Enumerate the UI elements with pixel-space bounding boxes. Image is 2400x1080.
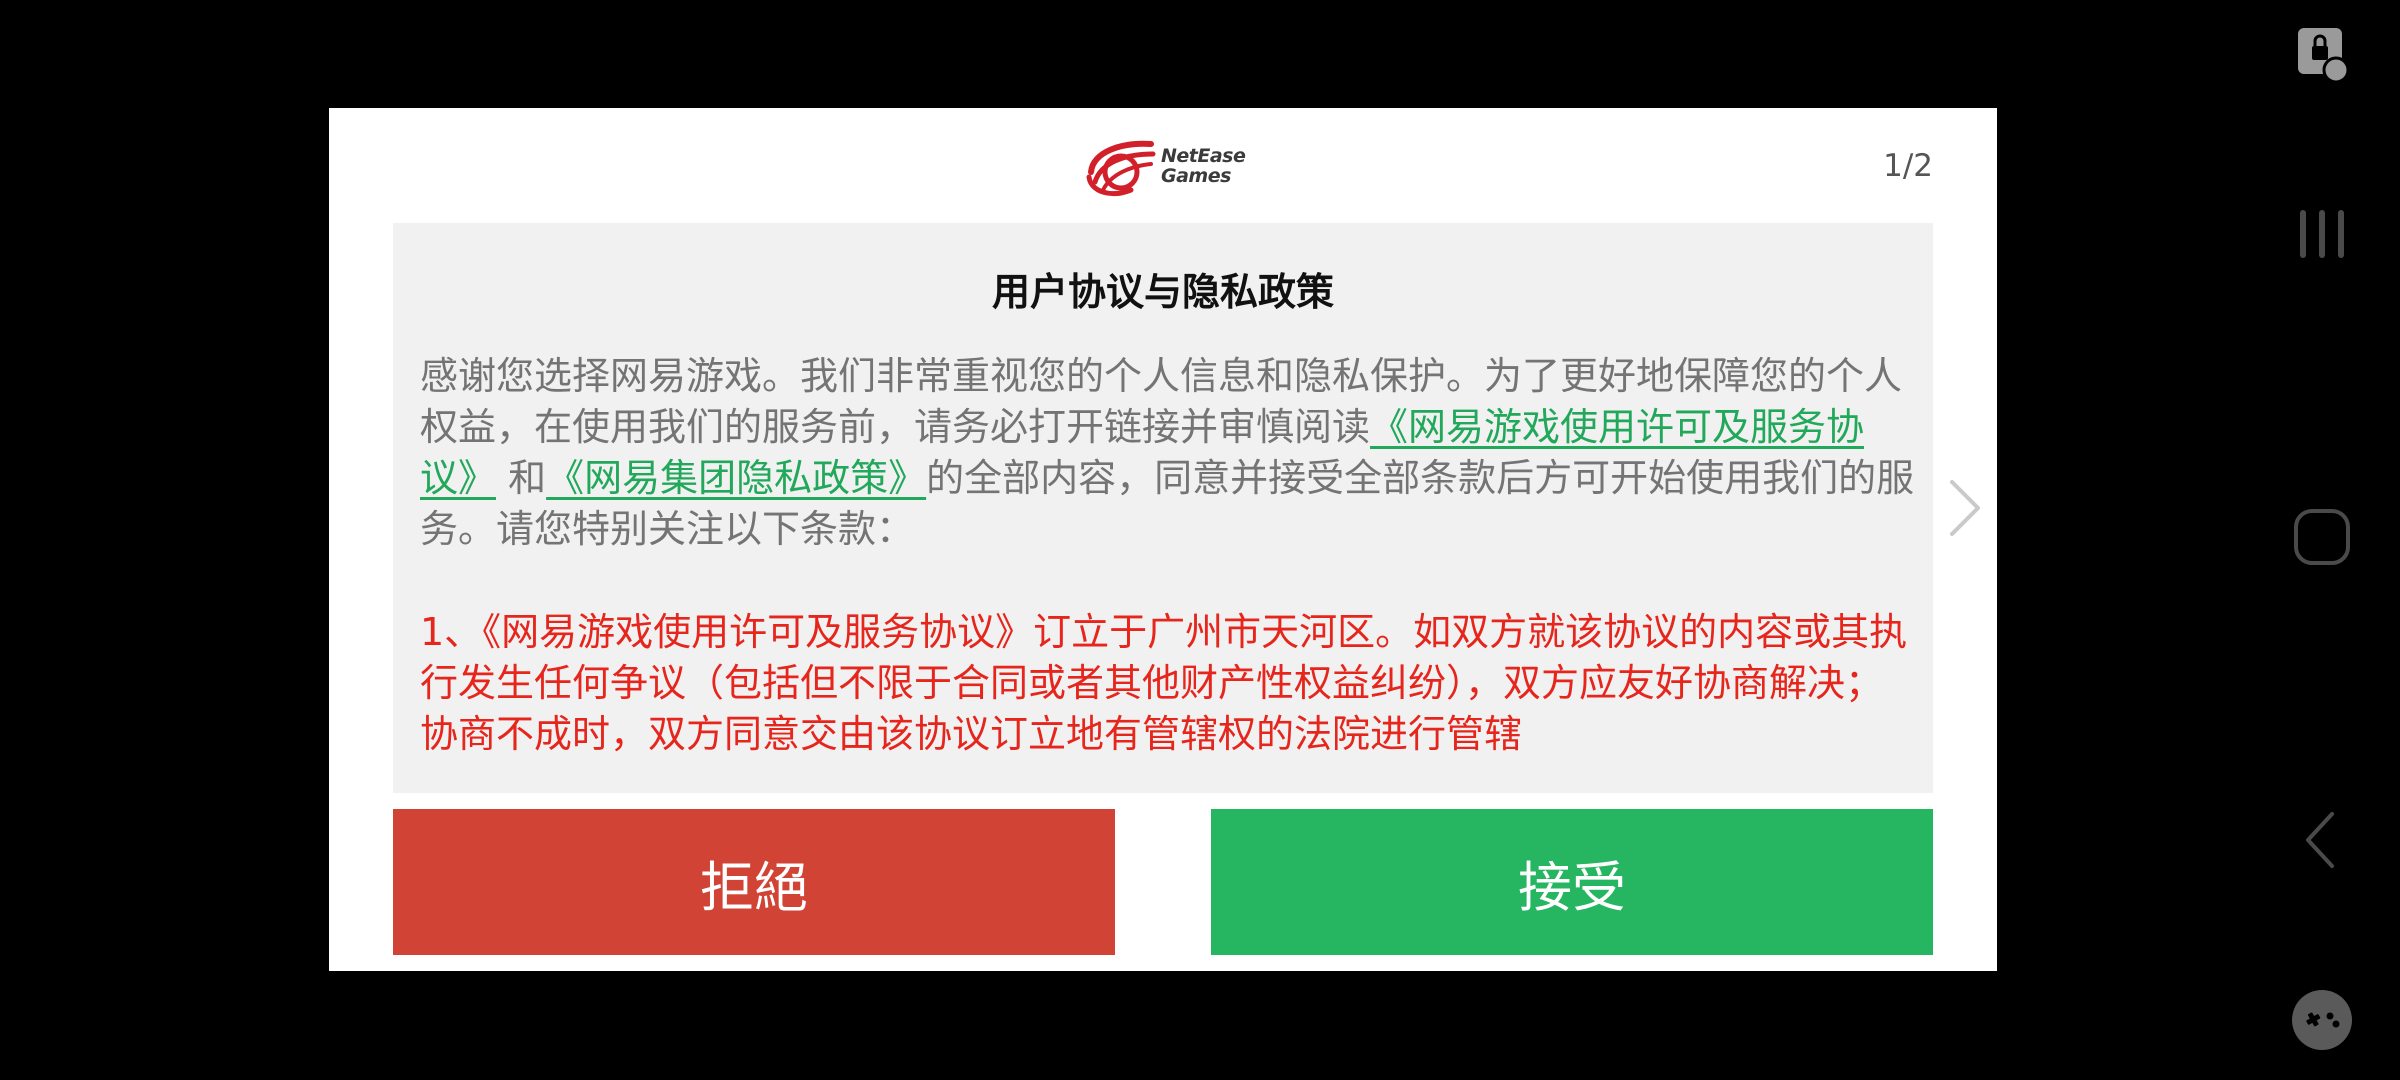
- screen: NetEase Games 1/2 用户协议与隐私政策 感谢您选择网易游戏。我们…: [0, 0, 2400, 1080]
- logo-text-line2: Games: [1161, 165, 1231, 187]
- gamepad-icon[interactable]: [2290, 988, 2354, 1052]
- chevron-right-icon[interactable]: [1944, 476, 1984, 540]
- logo-text: NetEase Games: [1161, 145, 1246, 187]
- recent-apps-icon[interactable]: [2290, 202, 2354, 266]
- agreement-content-panel[interactable]: 用户协议与隐私政策 感谢您选择网易游戏。我们非常重视您的个人信息和隐私保护。为了…: [393, 223, 1933, 793]
- accept-button[interactable]: 接受: [1211, 809, 1933, 955]
- agreement-title: 用户协议与隐私政策: [991, 270, 1334, 314]
- agreement-dialog: NetEase Games 1/2 用户协议与隐私政策 感谢您选择网易游戏。我们…: [329, 108, 1997, 971]
- page-indicator: 1/2: [1883, 148, 1933, 184]
- logo-text-line1: NetEase: [1161, 145, 1246, 167]
- home-icon[interactable]: [2290, 505, 2354, 569]
- clause-1-text: 1、《网易游戏使用许可及服务协议》订立于广州市天河区。如双方就该协议的内容或其执…: [420, 610, 1908, 756]
- agreement-intro: 感谢您选择网易游戏。我们非常重视您的个人信息和隐私保护。为了更好地保障您的个人权…: [420, 351, 1915, 555]
- intro-and-text: 和: [496, 456, 547, 500]
- reject-button[interactable]: 拒絕: [393, 809, 1115, 955]
- screen-lock-icon[interactable]: [2290, 22, 2354, 86]
- back-icon[interactable]: [2290, 808, 2354, 872]
- privacy-policy-link[interactable]: 《网易集团隐私政策》: [546, 456, 926, 500]
